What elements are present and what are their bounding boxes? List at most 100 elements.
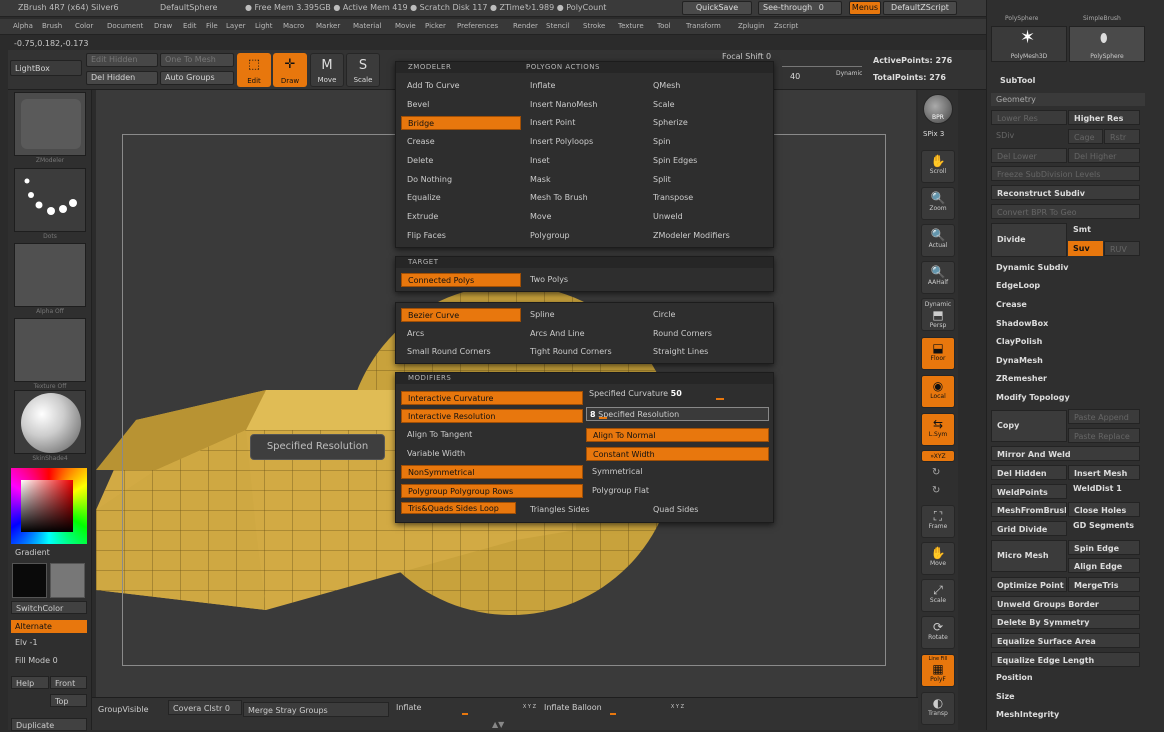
action-add-to-curve[interactable]: Add To Curve — [401, 79, 521, 93]
cage-button[interactable]: Cage — [1068, 129, 1103, 144]
rotate-z-icon[interactable]: ↻ — [932, 485, 940, 496]
crease-item[interactable]: Crease — [991, 297, 1140, 312]
micro-mesh-button[interactable]: Micro Mesh — [991, 540, 1067, 572]
menu-stencil[interactable]: Stencil — [546, 22, 570, 30]
sdiv-slider[interactable]: SDiv — [991, 128, 1067, 143]
groupvisible-button[interactable]: GroupVisible — [94, 702, 164, 717]
action-delete[interactable]: Delete — [401, 154, 521, 168]
specified-curvature-slider[interactable]: Specified Curvature 50 — [586, 387, 766, 401]
inflate-balloon-slider[interactable]: Inflate Balloon X Y Z — [540, 700, 688, 715]
reconstruct-subdiv-button[interactable]: Reconstruct Subdiv — [991, 185, 1140, 200]
auto-groups-button[interactable]: Auto Groups — [160, 71, 234, 85]
see-through-slider[interactable]: See-through 0 — [758, 1, 842, 15]
curve-small-round-corners[interactable]: Small Round Corners — [401, 345, 521, 359]
menu-zplugin[interactable]: Zplugin — [738, 22, 764, 30]
grid-divide-button[interactable]: Grid Divide — [991, 521, 1067, 536]
brush-thumbnail[interactable]: ZModeler — [14, 92, 86, 164]
alpha-thumbnail[interactable]: Alpha Off — [14, 243, 86, 315]
action-bevel[interactable]: Bevel — [401, 98, 521, 112]
one-to-mesh-button[interactable]: One To Mesh — [160, 53, 234, 67]
spin-edge-button[interactable]: Spin Edge — [1068, 540, 1140, 555]
duplicate-button[interactable]: Duplicate — [11, 718, 87, 731]
action-bridge[interactable]: Bridge — [401, 116, 521, 131]
action-qmesh[interactable]: QMesh — [647, 79, 767, 93]
menu-color[interactable]: Color — [75, 22, 93, 30]
polysphere-thumb[interactable]: ⬮ PolySphere — [1069, 26, 1145, 62]
action-insert-nanomesh[interactable]: Insert NanoMesh — [524, 98, 644, 112]
bpr-button[interactable]: BPR — [923, 94, 953, 124]
menu-preferences[interactable]: Preferences — [457, 22, 498, 30]
persp-button[interactable]: Dynamic ⬒ Persp — [921, 298, 955, 331]
menu-transform[interactable]: Transform — [686, 22, 721, 30]
action-crease[interactable]: Crease — [401, 135, 521, 149]
smt-toggle[interactable]: Smt — [1068, 222, 1103, 237]
del-higher-button[interactable]: Del Higher — [1068, 148, 1140, 163]
inflate-slider[interactable]: Inflate X Y Z — [392, 700, 540, 715]
modify-topology-item[interactable]: Modify Topology — [991, 390, 1140, 405]
floor-button[interactable]: ⬓ Floor — [921, 337, 955, 370]
zoom-button[interactable]: 🔍 Zoom — [921, 187, 955, 220]
frame-button[interactable]: ⛶ Frame — [921, 505, 955, 538]
rotate-view-button[interactable]: ⟳ Rotate — [921, 616, 955, 649]
action-unweld[interactable]: Unweld — [647, 210, 767, 224]
action-insert-polyloops[interactable]: Insert Polyloops — [524, 135, 644, 149]
polygroup-flat-option[interactable]: Polygroup Flat — [586, 484, 769, 498]
dynamic-subdiv-item[interactable]: Dynamic Subdiv — [991, 260, 1140, 275]
target-connected-polys[interactable]: Connected Polys — [401, 273, 521, 287]
action-mask[interactable]: Mask — [524, 173, 644, 187]
action-spin[interactable]: Spin — [647, 135, 767, 149]
del-hidden-topo-button[interactable]: Del Hidden — [991, 465, 1067, 480]
insert-mesh-button[interactable]: Insert Mesh — [1068, 465, 1140, 480]
default-zscript-button[interactable]: DefaultZScript — [883, 1, 957, 15]
action-polygroup[interactable]: Polygroup — [524, 229, 644, 243]
collapse-arrows-icon[interactable]: ▲▼ — [492, 720, 504, 729]
menu-marker[interactable]: Marker — [316, 22, 340, 30]
color-picker[interactable] — [11, 468, 87, 544]
zremesher-item[interactable]: ZRemesher — [991, 371, 1140, 386]
action-zmodeler-modifiers[interactable]: ZModeler Modifiers — [647, 229, 767, 243]
meshfrombrush-button[interactable]: MeshFromBrush — [991, 502, 1067, 517]
primary-color-swatch[interactable] — [12, 563, 47, 598]
menu-stroke[interactable]: Stroke — [583, 22, 605, 30]
quad-sides-option[interactable]: Quad Sides — [647, 503, 767, 517]
curve-circle[interactable]: Circle — [647, 308, 767, 322]
menu-light[interactable]: Light — [255, 22, 272, 30]
del-lower-button[interactable]: Del Lower — [991, 148, 1067, 163]
spix-slider[interactable]: SPix 3 — [923, 130, 944, 138]
action-inset[interactable]: Inset — [524, 154, 644, 168]
quicksave-button[interactable]: QuickSave — [682, 1, 752, 15]
convert-bpr-button[interactable]: Convert BPR To Geo — [991, 204, 1140, 219]
menu-layer[interactable]: Layer — [226, 22, 246, 30]
dynamic-label[interactable]: Dynamic — [836, 70, 862, 77]
tool-thumb-simplebrush[interactable]: SimpleBrush — [1083, 15, 1121, 22]
texture-thumbnail[interactable]: Texture Off — [14, 318, 86, 390]
elv-slider[interactable]: Elv -1 — [11, 636, 87, 649]
local-button[interactable]: ◉ Local — [921, 375, 955, 408]
align-edge-button[interactable]: Align Edge — [1068, 558, 1140, 573]
secondary-color-swatch[interactable] — [50, 563, 85, 598]
alternate-button[interactable]: Alternate — [11, 620, 87, 633]
del-hidden-button[interactable]: Del Hidden — [86, 71, 158, 85]
divide-button[interactable]: Divide — [991, 223, 1067, 257]
paste-replace-button[interactable]: Paste Replace — [1068, 428, 1140, 443]
curve-tight-round-corners[interactable]: Tight Round Corners — [524, 345, 644, 359]
action-transpose[interactable]: Transpose — [647, 191, 767, 205]
polygroup-rows-option[interactable]: Polygroup Polygroup Rows — [401, 484, 583, 498]
nonsymmetrical-option[interactable]: NonSymmetrical — [401, 465, 583, 479]
switchcolor-button[interactable]: SwitchColor — [11, 601, 87, 614]
specified-resolution-slider[interactable]: 8 Specified Resolution — [586, 407, 769, 421]
polyf-button[interactable]: Line Fill ▦ PolyF — [921, 654, 955, 687]
scroll-button[interactable]: ✋ Scroll — [921, 150, 955, 183]
menu-tool[interactable]: Tool — [657, 22, 671, 30]
draw-button[interactable]: ✛ Draw — [273, 53, 307, 87]
menu-document[interactable]: Document — [107, 22, 143, 30]
curve-round-corners[interactable]: Round Corners — [647, 327, 767, 341]
position-item[interactable]: Position — [991, 670, 1140, 685]
actual-button[interactable]: 🔍 Actual — [921, 224, 955, 257]
move-button[interactable]: M Move — [310, 53, 344, 87]
symmetrical-option[interactable]: Symmetrical — [586, 465, 769, 479]
curve-arcs-and-line[interactable]: Arcs And Line — [524, 327, 644, 341]
edit-button[interactable]: ⬚ Edit — [237, 53, 271, 87]
edit-hidden-button[interactable]: Edit Hidden — [86, 53, 158, 67]
polymesh3d-thumb[interactable]: ✶ PolyMesh3D — [991, 26, 1067, 62]
